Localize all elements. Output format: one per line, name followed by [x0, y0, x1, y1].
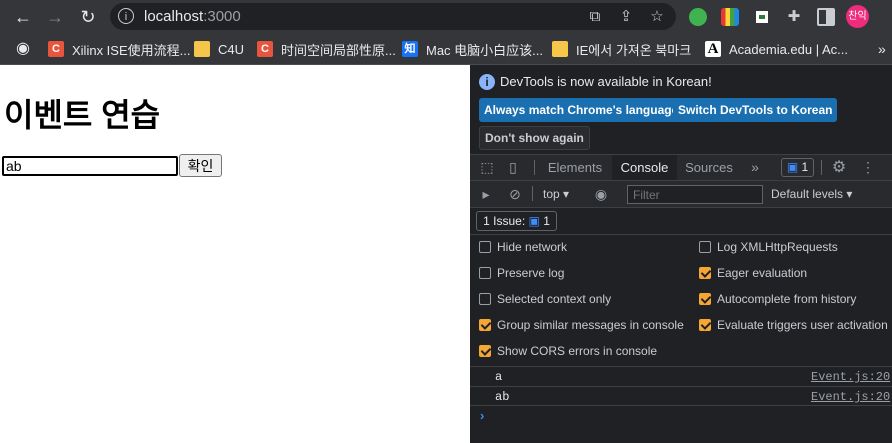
- reload-icon[interactable]: ↻: [77, 6, 99, 28]
- divider: [534, 160, 535, 175]
- extension-color-icon[interactable]: [721, 8, 739, 26]
- issues-badge[interactable]: ▣ 1: [781, 158, 814, 177]
- bookmark-item[interactable]: C Xilinx ISE使用流程...: [48, 40, 190, 58]
- device-toolbar-icon[interactable]: ▯: [502, 155, 524, 180]
- console-source-link[interactable]: Event.js:20: [811, 390, 890, 404]
- apps-globe-icon[interactable]: ◉: [12, 38, 34, 60]
- option-selected-context-only[interactable]: Selected context only: [479, 290, 611, 308]
- option-autocomplete-history[interactable]: Autocomplete from history: [699, 290, 856, 308]
- show-sidebar-icon[interactable]: ▸: [476, 181, 496, 208]
- checkbox-checked[interactable]: [699, 293, 711, 305]
- info-icon: i: [479, 74, 495, 90]
- bookmark-item[interactable]: A Academia.edu | Ac...: [705, 40, 848, 58]
- checkbox-checked[interactable]: [699, 319, 711, 331]
- extension-green-icon[interactable]: [689, 8, 707, 26]
- checkbox-checked[interactable]: [699, 267, 711, 279]
- divider: [470, 366, 892, 367]
- checkbox[interactable]: [479, 267, 491, 279]
- folder-icon: [552, 41, 568, 57]
- bookmark-item[interactable]: C 时间空间局部性原...: [257, 40, 396, 58]
- bookmark-folder[interactable]: IE에서 가져온 북마크: [552, 40, 691, 58]
- option-hide-network[interactable]: Hide network: [479, 238, 567, 256]
- console-message: a: [495, 370, 503, 384]
- message-icon: ▣: [786, 160, 799, 174]
- divider: [470, 386, 892, 387]
- live-expression-eye-icon[interactable]: ◉: [590, 181, 612, 208]
- profile-avatar[interactable]: 찬익: [846, 5, 869, 28]
- settings-gear-icon[interactable]: ⚙: [829, 155, 849, 180]
- match-language-button[interactable]: Always match Chrome's language: [479, 98, 684, 122]
- bookmarks-overflow-icon[interactable]: »: [878, 40, 886, 58]
- tab-console[interactable]: Console: [612, 155, 677, 180]
- bookmark-c-icon: C: [257, 41, 273, 57]
- divider: [532, 186, 533, 201]
- message-icon: ▣: [528, 214, 540, 228]
- option-preserve-log[interactable]: Preserve log: [479, 264, 564, 282]
- option-log-xhr[interactable]: Log XMLHttpRequests: [699, 238, 838, 256]
- more-options-icon[interactable]: ⋮: [858, 155, 878, 180]
- checkbox-checked[interactable]: [479, 319, 491, 331]
- page-title: 이벤트 연습: [4, 97, 161, 133]
- bookmark-item[interactable]: 知 Mac 电脑小白应该...: [402, 40, 543, 58]
- dont-show-again-button[interactable]: Don't show again: [479, 126, 590, 150]
- switch-to-korean-button[interactable]: Switch DevTools to Korean: [673, 98, 838, 122]
- option-group-similar[interactable]: Group similar messages in console: [479, 316, 684, 334]
- url-text[interactable]: localhost:3000: [144, 8, 241, 25]
- option-show-cors-errors[interactable]: Show CORS errors in console: [479, 342, 657, 360]
- console-source-link[interactable]: Event.js:20: [811, 370, 890, 384]
- divider: [470, 234, 892, 235]
- option-evaluate-triggers[interactable]: Evaluate triggers user activation: [699, 316, 888, 334]
- text-input[interactable]: [2, 156, 178, 176]
- checkbox-checked[interactable]: [479, 345, 491, 357]
- side-panel-icon[interactable]: [817, 8, 835, 26]
- console-filter-input[interactable]: [627, 185, 763, 204]
- extensions-puzzle-icon[interactable]: ✚: [785, 8, 803, 26]
- extension-flag-icon[interactable]: [753, 8, 771, 26]
- clear-console-icon[interactable]: ⊘: [505, 181, 525, 208]
- bookmark-zhihu-icon: 知: [402, 41, 418, 57]
- bookmark-c-icon: C: [48, 41, 64, 57]
- back-arrow-icon[interactable]: ←: [12, 6, 34, 28]
- checkbox[interactable]: [479, 293, 491, 305]
- issues-pill[interactable]: 1 Issue: ▣ 1: [476, 211, 557, 231]
- tab-elements[interactable]: Elements: [540, 155, 610, 180]
- devtools-language-notice: DevTools is now available in Korean!: [500, 74, 712, 89]
- console-prompt[interactable]: ›: [480, 408, 484, 423]
- context-selector[interactable]: top ▾: [543, 187, 569, 201]
- translate-icon[interactable]: ⧉: [586, 8, 604, 26]
- confirm-button[interactable]: 확인: [179, 154, 222, 177]
- divider: [821, 160, 822, 175]
- bookmark-star-icon[interactable]: ☆: [648, 8, 666, 26]
- folder-icon: [194, 41, 210, 57]
- share-icon[interactable]: ⇪: [617, 8, 635, 26]
- bookmark-academia-icon: A: [705, 41, 721, 57]
- site-info-icon[interactable]: i: [118, 8, 134, 24]
- checkbox[interactable]: [479, 241, 491, 253]
- more-tabs-icon[interactable]: »: [745, 155, 765, 180]
- inspect-element-icon[interactable]: ⬚: [476, 155, 498, 180]
- bookmark-folder[interactable]: C4U: [194, 40, 244, 58]
- tab-sources[interactable]: Sources: [679, 155, 739, 180]
- console-message: ab: [495, 390, 510, 404]
- option-eager-evaluation[interactable]: Eager evaluation: [699, 264, 807, 282]
- forward-arrow-icon[interactable]: →: [44, 6, 66, 28]
- divider: [470, 405, 892, 406]
- log-levels-dropdown[interactable]: Default levels ▾: [771, 187, 852, 201]
- checkbox[interactable]: [699, 241, 711, 253]
